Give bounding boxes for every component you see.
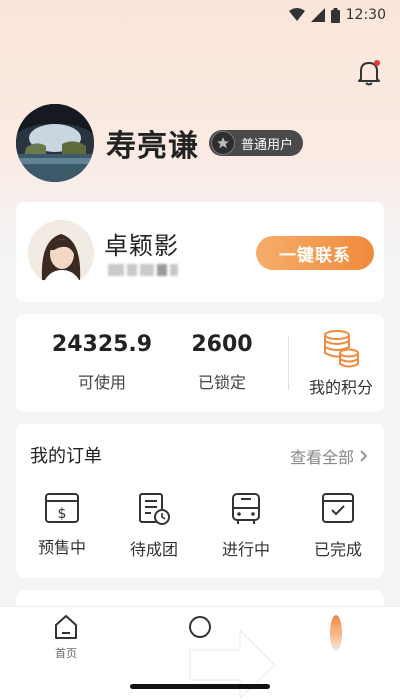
available-label: 可使用 <box>77 373 126 392</box>
membership-label: 普通用户 <box>241 137 294 153</box>
locked-value: 2600 <box>191 332 253 357</box>
order-completed[interactable]: 已完成 <box>298 492 378 560</box>
agent-card: 卓颖影 一键联系 <box>16 202 384 302</box>
status-bar: 12:30 <box>0 0 400 30</box>
battery-icon <box>330 7 340 23</box>
order-presale[interactable]: $ 预售中 <box>22 492 102 558</box>
star-icon <box>211 131 235 155</box>
my-points-label: 我的积分 <box>308 378 373 397</box>
agent-name: 卓颖影 <box>104 232 179 260</box>
available-value: 24325.9 <box>51 332 153 357</box>
available-stat[interactable]: 24325.9 可使用 <box>34 332 170 393</box>
bus-icon <box>232 493 260 524</box>
order-in-progress[interactable]: 进行中 <box>206 492 286 560</box>
membership-badge: 普通用户 <box>209 130 304 156</box>
pending-group-icon <box>139 493 170 525</box>
agent-phone-blurred <box>108 264 188 278</box>
my-orders-card: 我的订单 查看全部 $ 预售中 待成团 进行中 已完成 <box>16 424 384 578</box>
coins-icon <box>324 330 359 368</box>
tab-mine[interactable] <box>306 613 366 653</box>
user-profile: 寿亮谦 普通用户 <box>16 104 304 182</box>
locked-label: 已锁定 <box>197 373 246 392</box>
notification-bell-icon[interactable] <box>356 58 382 86</box>
view-all-label: 查看全部 <box>289 448 354 467</box>
stats-divider <box>288 336 289 390</box>
balance-card: 24325.9 可使用 2600 已锁定 我的积分 <box>16 314 384 412</box>
agent-avatar <box>28 220 94 286</box>
calendar-check-icon <box>322 493 354 523</box>
presale-icon: $ <box>45 493 79 523</box>
chevron-right-icon <box>360 450 368 462</box>
user-name: 寿亮谦 <box>106 129 199 164</box>
view-all-orders-link[interactable]: 查看全部 <box>290 444 368 468</box>
wifi-icon <box>288 8 305 21</box>
order-in-progress-label: 进行中 <box>221 540 270 559</box>
one-click-contact-button[interactable]: 一键联系 <box>256 236 374 270</box>
mine-tab-icon <box>330 615 342 651</box>
signal-icon <box>310 8 325 22</box>
user-avatar[interactable] <box>16 104 94 182</box>
order-pending-group-label: 待成团 <box>129 540 178 559</box>
svg-text:$: $ <box>58 506 67 522</box>
my-points-button[interactable]: 我的积分 <box>298 328 384 398</box>
home-indicator <box>130 684 270 689</box>
locked-stat[interactable]: 2600 已锁定 <box>170 332 274 393</box>
tab-home-label: 首页 <box>55 647 77 660</box>
home-icon <box>55 615 77 639</box>
order-presale-label: 预售中 <box>37 538 86 557</box>
order-completed-label: 已完成 <box>313 540 362 559</box>
orders-title: 我的订单 <box>30 446 102 467</box>
order-pending-group[interactable]: 待成团 <box>114 492 194 560</box>
status-time: 12:30 <box>345 7 386 23</box>
tab-home[interactable]: 首页 <box>36 613 96 661</box>
